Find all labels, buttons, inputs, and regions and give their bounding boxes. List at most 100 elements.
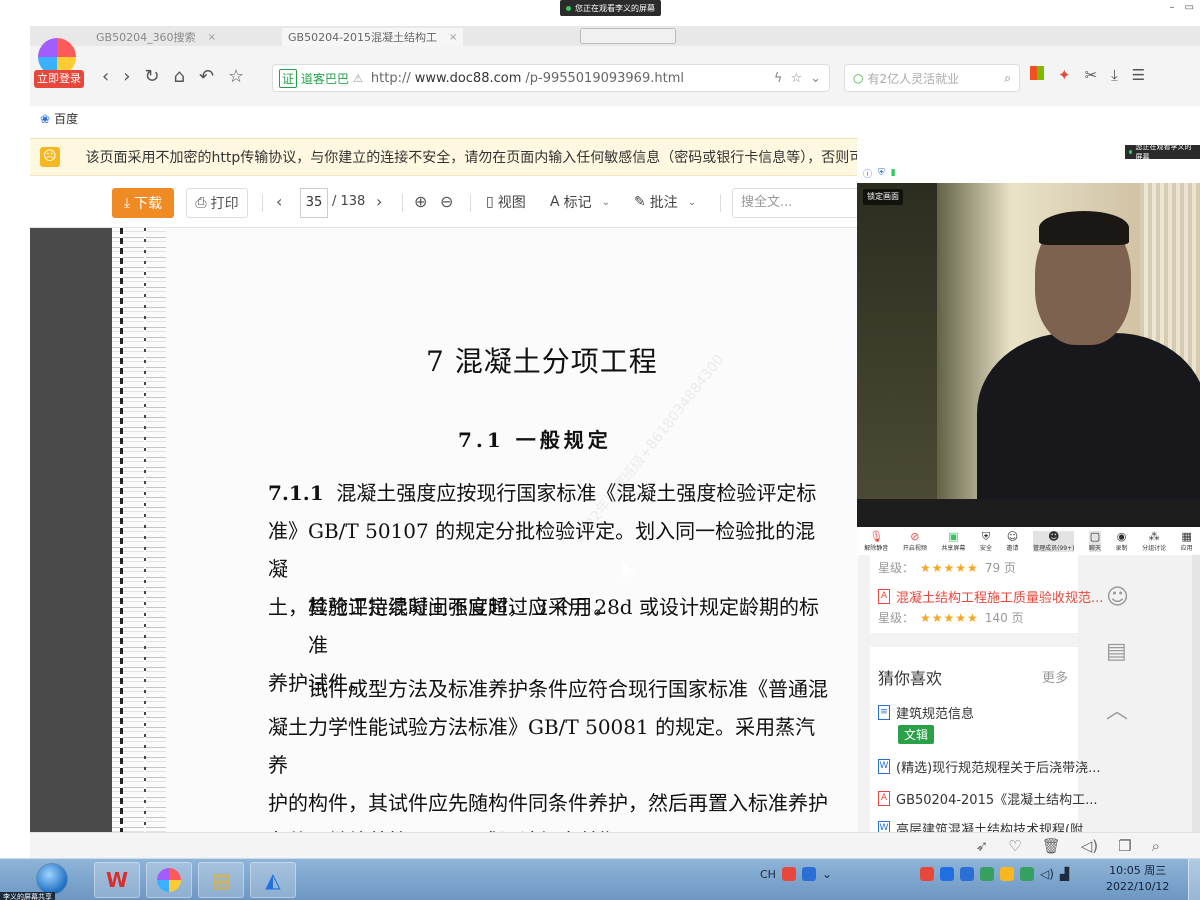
start-button-icon[interactable] — [36, 863, 68, 895]
annotate-menu[interactable]: ✎ 批注 ⌄ — [634, 192, 696, 212]
breakout-button[interactable]: ⁂ 分组讨论 — [1142, 529, 1166, 552]
battery-icon[interactable] — [850, 867, 864, 881]
trash-icon[interactable]: 🗑︎ — [1042, 837, 1061, 855]
document-toolbar: ⤓ 下载 ⎙ 打印 ‹ 35 / 138 › ⊕ ⊖ ▯ 视图 A 标记 ⌄ ✎… — [30, 178, 862, 228]
tab-doc88[interactable]: GB50204-2015混凝土结构工 × — [282, 28, 464, 46]
home-icon[interactable]: ⌂ — [174, 66, 185, 87]
menu-icon[interactable]: ☰ — [1132, 66, 1145, 84]
invite-button[interactable]: ☺ 邀请 — [1007, 530, 1019, 552]
guess-item[interactable]: ≡ 建筑规范信息 — [878, 703, 974, 722]
print-button[interactable]: ⎙ 打印 — [186, 188, 248, 218]
security-tray-icon[interactable] — [980, 867, 995, 881]
search-icon[interactable]: ⌕ — [1004, 71, 1011, 86]
tab-360-search[interactable]: GB50204_360搜索 × — [90, 28, 222, 46]
show-desktop-button[interactable] — [1188, 859, 1200, 900]
apps-grid-icon[interactable] — [1030, 66, 1044, 80]
total-pages: / 138 — [332, 194, 366, 209]
download-button[interactable]: ⤓ 下载 — [112, 188, 174, 218]
address-bar[interactable]: 证 道客巴巴 ⚠ http://www.doc88.com/p-99550190… — [272, 64, 830, 92]
wechat-icon[interactable]: ☺ — [1106, 585, 1129, 610]
sogou-input-icon[interactable] — [781, 867, 796, 881]
restore-icon[interactable]: ▭ — [1185, 2, 1194, 13]
help-icon[interactable] — [801, 867, 816, 881]
reload-icon[interactable]: ↻ — [144, 66, 159, 87]
apps-button[interactable]: ▦ 应用 — [1181, 530, 1193, 552]
prev-page-icon[interactable]: ‹ — [276, 192, 282, 211]
browser-search-box[interactable]: ○ 有2亿人灵活就业 ⌕ — [844, 64, 1020, 92]
favorite-icon[interactable]: ☆ — [228, 66, 244, 87]
control-label: 共享屏幕 — [941, 544, 966, 552]
network-icon[interactable]: ▟ — [1060, 867, 1069, 881]
login-button[interactable]: 立即登录 — [34, 70, 84, 88]
unmute-button[interactable]: 🎙︎ 解除静音 — [864, 530, 888, 552]
lock-view-button[interactable]: 锁定画面 — [863, 189, 903, 205]
toolbar-divider — [262, 194, 263, 212]
close-tab-icon[interactable]: × — [449, 32, 457, 43]
chevron-down-icon[interactable]: ⌄ — [822, 867, 832, 881]
video-window-titlebar[interactable]: 您正在观看李义的屏幕 — [857, 143, 1200, 163]
scissors-icon[interactable]: ✂ — [1085, 66, 1098, 84]
mark-menu[interactable]: A 标记 ⌄ — [550, 192, 610, 212]
window-icon[interactable]: ❐ — [1118, 837, 1131, 855]
meeting-video-window[interactable]: 您正在观看李义的屏幕 ⓘ ⛨ ▮ 锁定画面 🎙︎ 解除静音 ⊘ 开启视频 ▣ 共享屏幕… — [857, 143, 1200, 555]
back-icon[interactable]: ‹ — [102, 66, 109, 87]
tray-app-icon[interactable] — [1000, 867, 1015, 881]
star-rating-icon: ★★★★★ — [920, 610, 979, 625]
chevron-down-icon[interactable]: ⌄ — [810, 71, 821, 86]
file-explorer-icon[interactable]: ▤ — [198, 862, 244, 898]
new-tab-button[interactable] — [580, 28, 676, 44]
windows-taskbar: W ▤ ◭ CH ⌄ ◁) ▟ 10:05 周三 2022/10/12 — [0, 858, 1200, 900]
security-button[interactable]: ⛨ 安全 — [980, 530, 992, 552]
view-menu[interactable]: ▯ 视图 — [486, 192, 526, 212]
info-icon[interactable]: ⓘ — [863, 167, 872, 180]
page-number-input[interactable]: 35 — [300, 188, 328, 218]
manage-members-button[interactable]: ☻ 管理成员(99+) — [1033, 530, 1075, 552]
back-to-top-icon[interactable]: ︿ — [1106, 693, 1128, 725]
search-icon[interactable]: ⌕ — [1152, 837, 1160, 855]
bookmark-baidu[interactable]: ❀ 百度 — [40, 110, 78, 127]
360-browser-app-icon[interactable] — [146, 862, 192, 898]
start-video-button[interactable]: ⊘ 开启视频 — [903, 530, 927, 552]
wps-app-icon[interactable]: W — [94, 862, 140, 898]
more-link[interactable]: 更多 — [1042, 667, 1068, 686]
undo-close-icon[interactable]: ↶ — [199, 66, 214, 87]
input-language[interactable]: CH — [760, 868, 776, 881]
volume-icon[interactable]: ◁) — [1040, 867, 1054, 881]
tray-app-icon[interactable] — [920, 867, 935, 881]
screen-share-indicator[interactable]: 您正在观看李义的屏幕 — [560, 0, 661, 16]
taskbar-clock[interactable]: 10:05 周三 2022/10/12 — [1106, 863, 1169, 895]
close-tab-icon[interactable]: × — [208, 32, 216, 43]
app-download-icon[interactable]: ▤ — [1106, 639, 1127, 664]
tray-app-icon[interactable] — [960, 867, 975, 881]
document-search-input[interactable]: 搜全文... — [732, 188, 862, 218]
record-button[interactable]: ◉ 录制 — [1116, 530, 1128, 552]
forward-icon[interactable]: › — [123, 66, 130, 87]
recommend-doc-link[interactable]: A 混凝土结构工程施工质量验收规范... — [878, 587, 1103, 606]
next-page-icon[interactable]: › — [376, 192, 382, 211]
lightning-icon[interactable]: ϟ — [774, 71, 783, 86]
chat-button[interactable]: ▢ 聊天 — [1088, 530, 1101, 552]
tray-app-icon[interactable] — [1020, 867, 1035, 881]
bookmark-star-icon[interactable]: ☆ — [790, 71, 802, 86]
security-shield-icon[interactable]: ⛨ — [878, 168, 885, 178]
document-viewer[interactable]: 2022年监理班级+8618034884300 7 混凝土分项工程 7.1 一般… — [30, 228, 858, 832]
game-icon[interactable]: ✦ — [1058, 66, 1071, 84]
breakout-icon: ⁂ — [1148, 529, 1160, 543]
minimize-icon[interactable]: – — [1170, 2, 1175, 13]
pdf-icon: A — [878, 589, 890, 604]
share-screen-button[interactable]: ▣ 共享屏幕 — [941, 530, 966, 552]
tencent-meeting-icon[interactable]: ◭ — [250, 862, 296, 898]
chevron-down-icon: ⌄ — [601, 196, 610, 208]
zoom-out-icon[interactable]: ⊖ — [440, 192, 453, 211]
zoom-in-icon[interactable]: ⊕ — [414, 192, 427, 211]
certificate-badge[interactable]: 证 — [279, 68, 298, 88]
sound-icon[interactable]: ◁) — [1081, 837, 1098, 855]
page-scrollbar[interactable] — [1192, 555, 1200, 832]
rating-row: 星级： ★★★★★ 140 页 — [878, 609, 1024, 626]
guess-item[interactable]: A GB50204-2015《混凝土结构工... — [878, 789, 1098, 808]
health-icon[interactable]: ♡ — [1008, 837, 1021, 855]
rocket-icon[interactable]: ➶ — [976, 837, 989, 855]
tencent-meeting-tray-icon[interactable] — [940, 867, 955, 881]
download-icon[interactable]: ⤓ — [1111, 66, 1118, 84]
guess-item[interactable]: W (精选)现行规范规程关于后浇带浇... — [878, 757, 1101, 776]
